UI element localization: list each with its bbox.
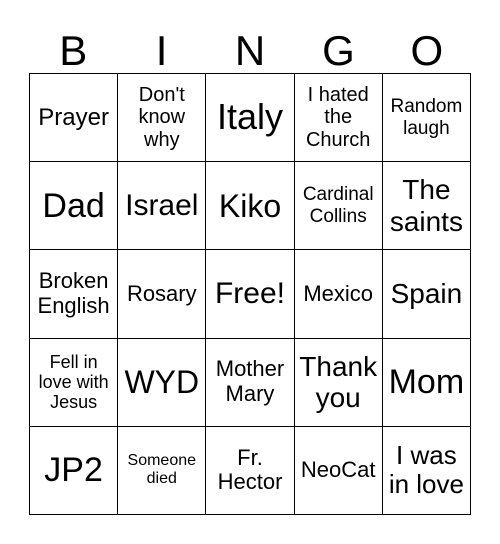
- header-letter-b: B: [59, 27, 88, 74]
- bingo-cell: I was in love: [382, 426, 471, 515]
- bingo-cell: NeoCat: [294, 426, 383, 515]
- bingo-cell: Broken English: [30, 250, 119, 339]
- bingo-header: B I N G O: [29, 28, 471, 73]
- bingo-cell: Random laugh: [382, 74, 471, 163]
- bingo-cell: Don't know why: [118, 74, 207, 163]
- bingo-cell: Prayer: [30, 74, 119, 163]
- bingo-cell: The saints: [382, 162, 471, 251]
- bingo-cell: Dad: [30, 162, 119, 251]
- bingo-cell: Fell in love with Jesus: [30, 338, 119, 427]
- bingo-cell: Italy: [206, 74, 295, 163]
- bingo-cell: Free!: [206, 250, 295, 339]
- header-letter-i: I: [155, 27, 168, 74]
- bingo-cell: WYD: [118, 338, 207, 427]
- bingo-cell: JP2: [30, 426, 119, 515]
- header-letter-g: G: [322, 27, 355, 74]
- bingo-cell: Cardinal Collins: [294, 162, 383, 251]
- bingo-cell: Rosary: [118, 250, 207, 339]
- bingo-cell: Israel: [118, 162, 207, 251]
- bingo-cell: I hated the Church: [294, 74, 383, 163]
- header-letter-o: O: [410, 27, 444, 74]
- bingo-grid: Prayer Don't know why Italy I hated the Chu…: [29, 73, 471, 515]
- bingo-cell: Mexico: [294, 250, 383, 339]
- header-letter-n: N: [234, 27, 266, 74]
- bingo-cell: Kiko: [206, 162, 295, 251]
- bingo-cell: Mother Mary: [206, 338, 295, 427]
- bingo-cell: Mom: [382, 338, 471, 427]
- bingo-cell: Someone died: [118, 426, 207, 515]
- bingo-cell: Thank you: [294, 338, 383, 427]
- bingo-cell: Spain: [382, 250, 471, 339]
- bingo-cell: Fr. Hector: [206, 426, 295, 515]
